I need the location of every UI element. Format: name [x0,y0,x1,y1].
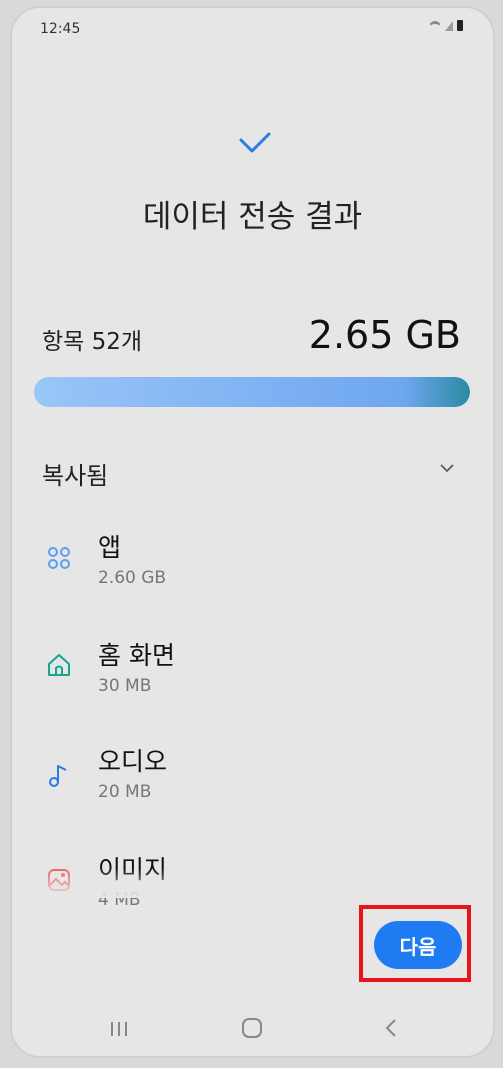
apps-icon [48,547,70,569]
item-title: 앱 [98,533,122,562]
checkmark-icon [239,132,271,153]
chevron-down-icon[interactable] [439,460,455,476]
list-item-audio[interactable]: 오디오 20 MB [12,732,493,812]
recent-apps-icon[interactable] [108,1020,130,1038]
wifi-icon [429,20,441,31]
transfer-progress-bar [34,377,470,407]
list-fade [12,868,493,898]
item-size: 20 MB [98,782,152,802]
total-size: 2.65 GB [308,313,461,357]
home-icon [48,654,70,676]
items-count: 항목 52개 [42,329,143,355]
item-title: 오디오 [98,747,168,776]
battery-icon [457,20,463,31]
progress-fill [34,377,470,407]
highlight-box [359,905,471,982]
phone-screen: 12:45 데이터 전송 결과 항목 52개 2.65 GB 복사됨 앱 2.6… [10,6,495,1058]
section-copied-label: 복사됨 [42,462,109,490]
status-icons [429,20,463,31]
list-item-home-screen[interactable]: 홈 화면 30 MB [12,626,493,706]
music-note-icon [49,765,67,787]
status-time: 12:45 [40,21,81,37]
status-bar: 12:45 [12,8,493,48]
item-title: 홈 화면 [98,641,175,670]
home-button-icon[interactable] [242,1018,262,1038]
page-title: 데이터 전송 결과 [142,199,363,235]
list-item-apps[interactable]: 앱 2.60 GB [12,518,493,598]
back-icon[interactable] [384,1017,398,1039]
signal-icon [445,20,453,31]
item-size: 30 MB [98,676,152,696]
item-size: 2.60 GB [98,568,167,588]
